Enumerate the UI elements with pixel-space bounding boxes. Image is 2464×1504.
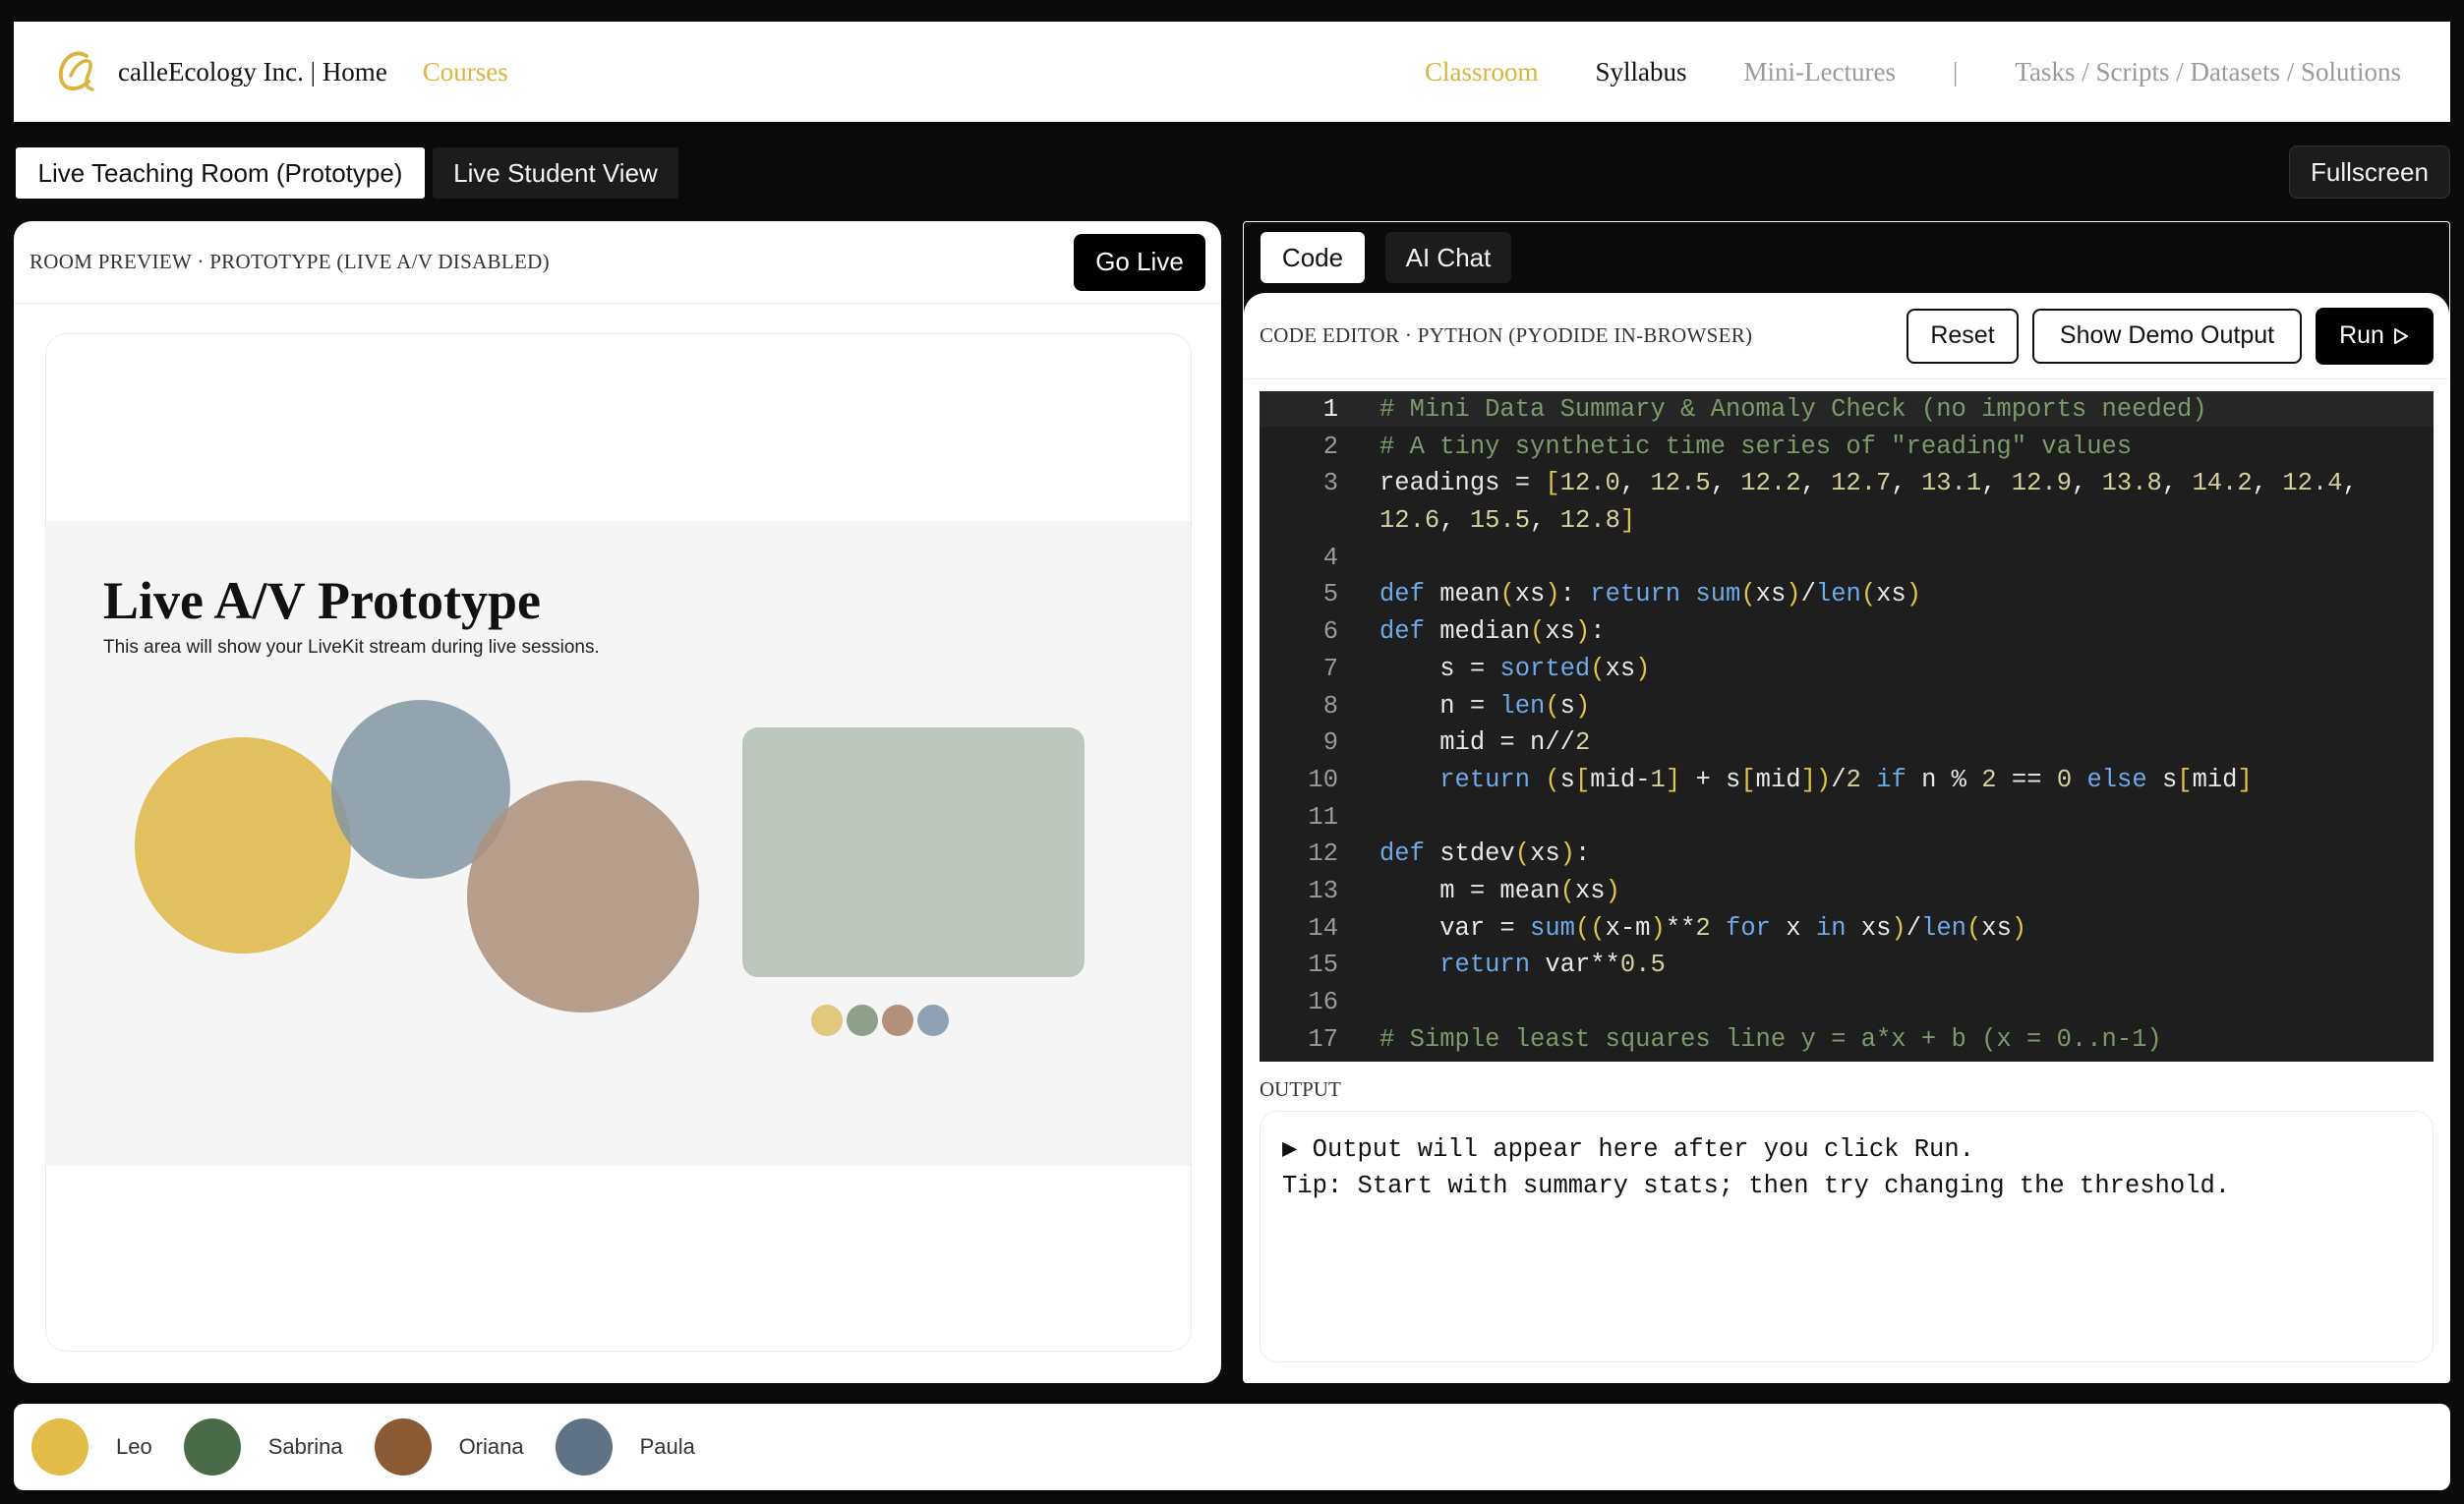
line-number: 17 <box>1308 1024 1338 1054</box>
code-panel: Code AI Chat CODE EDITOR · PYTHON (PYODI… <box>1243 221 2450 1383</box>
nav-right-links: Classroom Syllabus Mini-Lectures | Tasks… <box>1368 57 2401 87</box>
stage-title: Live A/V Prototype <box>103 571 541 630</box>
line-number: 3 <box>1322 469 1338 498</box>
output-line: ▶ Output will appear here after you clic… <box>1282 1135 1974 1164</box>
line-number: 14 <box>1308 913 1338 943</box>
run-button[interactable]: Run <box>2316 307 2434 365</box>
participant-name: Sabrina <box>267 1434 343 1459</box>
code-line[interactable]: return (s[mid-1] + s[mid])/2 if n % 2 ==… <box>1379 762 2358 799</box>
code-line[interactable]: m = mean(xs) <box>1379 873 2358 910</box>
code-editor-header: CODE EDITOR · PYTHON (PYODIDE IN-BROWSER… <box>1244 293 2449 379</box>
tab-live-student-view[interactable]: Live Student View <box>433 147 678 199</box>
line-number: 11 <box>1308 802 1338 832</box>
nav-tasks-scripts-datasets-solutions[interactable]: Tasks / Scripts / Datasets / Solutions <box>2015 57 2401 87</box>
code-line[interactable]: def median(xs): <box>1379 613 2358 651</box>
run-button-label: Run <box>2339 321 2384 349</box>
output-line: Tip: Start with summary stats; then try … <box>1282 1172 2231 1200</box>
line-number: 5 <box>1322 580 1338 609</box>
line-number: 10 <box>1308 765 1338 794</box>
code-lines[interactable]: # Mini Data Summary & Anomaly Check (no … <box>1379 391 2358 1058</box>
nav-mini-lectures[interactable]: Mini-Lectures <box>1744 57 1896 87</box>
video-bubble-yellow <box>135 737 351 954</box>
avatar <box>31 1418 88 1475</box>
code-line[interactable]: def mean(xs): return sum(xs)/len(xs) <box>1379 576 2358 613</box>
nav-classroom[interactable]: Classroom <box>1425 57 1539 87</box>
code-line[interactable]: mid = n//2 <box>1379 724 2358 762</box>
top-navigation: calleEcology Inc. | Home Courses Classro… <box>14 22 2450 122</box>
line-number <box>1260 502 1338 540</box>
tab-live-teaching-room[interactable]: Live Teaching Room (Prototype) <box>16 147 425 199</box>
code-line[interactable]: var = sum((x-m)**2 for x in xs)/len(xs) <box>1379 910 2358 948</box>
line-number: 9 <box>1322 728 1338 758</box>
participant-dot <box>811 1005 843 1036</box>
tab-code[interactable]: Code <box>1261 232 1365 283</box>
code-line[interactable] <box>1379 799 2358 837</box>
participant-dot <box>847 1005 878 1036</box>
tab-ai-chat[interactable]: AI Chat <box>1385 232 1511 283</box>
av-stage: Live A/V Prototype This area will show y… <box>45 333 1192 1352</box>
code-line[interactable]: # Mini Data Summary & Anomaly Check (no … <box>1379 391 2358 429</box>
participant-dot <box>882 1005 913 1036</box>
code-editor-card: CODE EDITOR · PYTHON (PYODIDE IN-BROWSER… <box>1244 293 2449 1382</box>
participant-dot <box>917 1005 949 1036</box>
code-line[interactable]: 12.6, 15.5, 12.8] <box>1379 502 2358 540</box>
code-editor[interactable]: 1 2 3 4 5 6 7 8 9 10 11 12 13 14 15 16 17 # Mini Data Su… <box>1260 391 2434 1062</box>
avatar <box>555 1418 613 1475</box>
code-line[interactable]: readings = [12.0, 12.5, 12.2, 12.7, 13.1… <box>1379 465 2358 502</box>
participant-name: Leo <box>116 1434 152 1459</box>
code-line[interactable] <box>1379 984 2358 1021</box>
av-placeholder: Live A/V Prototype This area will show y… <box>46 521 1191 1166</box>
go-live-button[interactable]: Go Live <box>1074 233 1205 291</box>
participant-name: Paula <box>639 1434 695 1459</box>
code-line[interactable]: # A tiny synthetic time series of "readi… <box>1379 429 2358 466</box>
code-line[interactable]: return var**0.5 <box>1379 947 2358 984</box>
nav-separator: | <box>1952 56 1959 87</box>
participant-name: Oriana <box>458 1434 524 1459</box>
participants-bar: Leo Sabrina Oriana Paula <box>14 1404 2450 1490</box>
code-line[interactable]: # Simple least squares line y = a*x + b … <box>1379 1021 2358 1059</box>
stage-subtitle: This area will show your LiveKit stream … <box>103 637 600 658</box>
line-number: 2 <box>1322 432 1338 461</box>
nav-courses[interactable]: Courses <box>423 57 508 87</box>
fullscreen-button[interactable]: Fullscreen <box>2289 145 2450 199</box>
script-c-logo-icon[interactable] <box>49 44 104 99</box>
line-number: 8 <box>1322 691 1338 721</box>
participant-leo[interactable]: Leo <box>31 1418 152 1475</box>
code-line[interactable]: s = sorted(xs) <box>1379 651 2358 688</box>
code-editor-label: CODE EDITOR · PYTHON (PYODIDE IN-BROWSER… <box>1260 323 1753 347</box>
participant-sabrina[interactable]: Sabrina <box>183 1418 343 1475</box>
avatar <box>374 1418 432 1475</box>
show-demo-output-button[interactable]: Show Demo Output <box>2032 308 2302 364</box>
line-number: 1 <box>1322 395 1338 424</box>
room-preview-label: ROOM PREVIEW · PROTOTYPE (LIVE A/V DISAB… <box>29 250 550 273</box>
participant-paula[interactable]: Paula <box>555 1418 695 1475</box>
code-line[interactable] <box>1379 540 2358 577</box>
line-number-gutter: 1 2 3 4 5 6 7 8 9 10 11 12 13 14 15 16 17 <box>1260 391 1338 1058</box>
code-line[interactable]: n = len(s) <box>1379 688 2358 725</box>
reset-button[interactable]: Reset <box>1907 308 2019 364</box>
line-number: 16 <box>1308 988 1338 1016</box>
video-bubble-brown <box>467 781 699 1012</box>
line-number: 7 <box>1322 654 1338 683</box>
line-number: 12 <box>1308 839 1338 869</box>
line-number: 13 <box>1308 876 1338 905</box>
output-label: OUTPUT <box>1260 1077 1341 1101</box>
screen-share-tile <box>742 727 1085 977</box>
line-number: 15 <box>1308 951 1338 980</box>
brand-home-link[interactable]: calleEcology Inc. | Home <box>118 57 387 87</box>
avatar <box>183 1418 241 1475</box>
nav-syllabus[interactable]: Syllabus <box>1596 57 1687 87</box>
participant-oriana[interactable]: Oriana <box>374 1418 524 1475</box>
line-number: 6 <box>1322 617 1338 647</box>
play-outline-icon <box>2393 327 2408 344</box>
line-number: 4 <box>1322 543 1338 572</box>
room-preview-header: ROOM PREVIEW · PROTOTYPE (LIVE A/V DISAB… <box>14 221 1221 304</box>
code-line[interactable]: def stdev(xs): <box>1379 836 2358 873</box>
output-console: ▶ Output will appear here after you clic… <box>1260 1111 2434 1362</box>
room-preview-panel: ROOM PREVIEW · PROTOTYPE (LIVE A/V DISAB… <box>14 221 1221 1383</box>
